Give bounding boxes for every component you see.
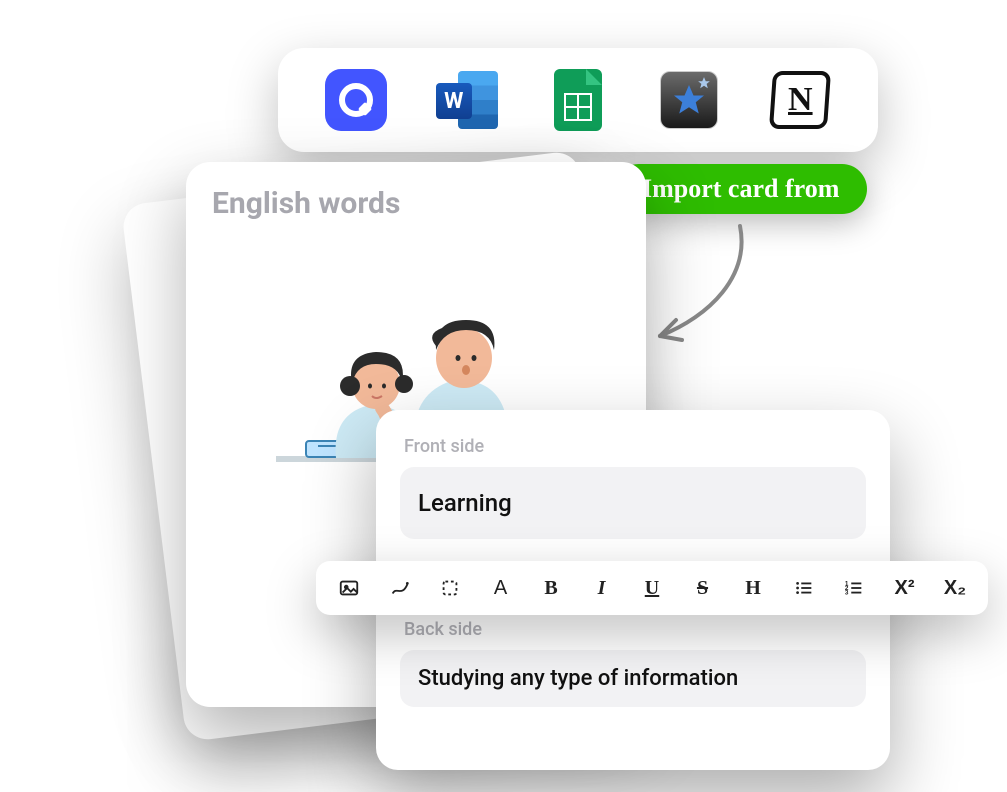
flashcard-title: English words bbox=[212, 186, 620, 221]
import-source-quizlet[interactable] bbox=[325, 69, 387, 131]
import-callout-badge: Import card from bbox=[614, 164, 867, 214]
arrow-icon bbox=[640, 216, 760, 356]
quizlet-icon bbox=[325, 69, 387, 131]
superscript-button[interactable]: X² bbox=[890, 573, 920, 603]
bold-button[interactable]: B bbox=[536, 573, 566, 603]
import-source-word[interactable]: W bbox=[436, 69, 498, 131]
import-callout-text: Import card from bbox=[642, 174, 839, 203]
image-button[interactable] bbox=[334, 573, 364, 603]
back-side-label: Back side bbox=[404, 619, 866, 640]
formatting-toolbar: A B I U S H 123 X² X₂ bbox=[316, 561, 988, 615]
strikethrough-button[interactable]: S bbox=[688, 573, 718, 603]
import-source-notion[interactable]: N bbox=[769, 69, 831, 131]
import-source-anki[interactable] bbox=[658, 69, 720, 131]
google-sheets-icon bbox=[554, 69, 602, 131]
front-side-value: Learning bbox=[418, 489, 512, 517]
import-sources-bar: W N bbox=[278, 48, 878, 152]
numbered-list-button[interactable]: 123 bbox=[839, 573, 869, 603]
svg-text:3: 3 bbox=[845, 589, 849, 596]
back-side-value: Studying any type of information bbox=[418, 666, 738, 691]
subscript-button[interactable]: X₂ bbox=[940, 573, 970, 603]
heading-button[interactable]: H bbox=[738, 573, 768, 603]
word-icon: W bbox=[436, 69, 498, 131]
back-side-input[interactable]: Studying any type of information bbox=[400, 650, 866, 707]
font-button[interactable]: A bbox=[486, 573, 516, 603]
underline-button[interactable]: U bbox=[637, 573, 667, 603]
front-side-input[interactable]: Learning bbox=[400, 467, 866, 539]
italic-button[interactable]: I bbox=[587, 573, 617, 603]
import-source-google-sheets[interactable] bbox=[547, 69, 609, 131]
notion-icon: N bbox=[769, 71, 831, 129]
anki-icon bbox=[660, 71, 718, 129]
draw-button[interactable] bbox=[385, 573, 415, 603]
cloze-select-button[interactable] bbox=[435, 573, 465, 603]
bullet-list-button[interactable] bbox=[789, 573, 819, 603]
front-side-label: Front side bbox=[404, 436, 866, 457]
